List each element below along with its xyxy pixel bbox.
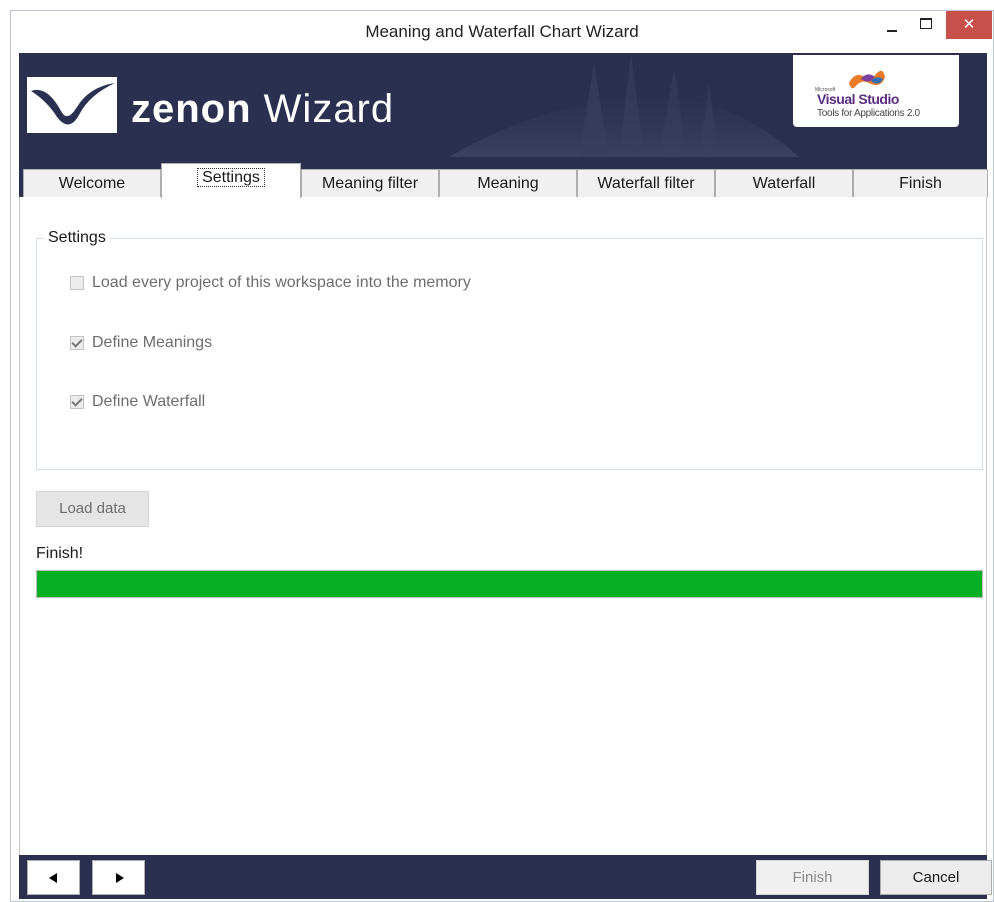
finish-button[interactable]: Finish: [756, 860, 869, 895]
option-label: Load every project of this workspace int…: [92, 274, 471, 291]
option-define-meanings[interactable]: Define Meanings: [70, 333, 212, 353]
tab-label: Settings: [197, 168, 265, 187]
groupbox-title: Settings: [44, 229, 110, 247]
option-label: Define Waterfall: [92, 393, 206, 410]
progress-bar: [36, 570, 983, 598]
minimize-button[interactable]: [879, 11, 905, 41]
cancel-button[interactable]: Cancel: [880, 860, 992, 895]
tab-label: Meaning filter: [321, 175, 419, 192]
load-projects-checkbox[interactable]: [70, 276, 84, 290]
brand-suffix: Wizard: [263, 87, 395, 131]
maximize-button[interactable]: [913, 11, 939, 41]
tab-label: Welcome: [58, 175, 126, 192]
next-button[interactable]: [92, 860, 145, 895]
tab-label: Meaning: [477, 175, 539, 192]
wizard-window: Meaning and Waterfall Chart Wizard ✕ zen…: [10, 10, 994, 902]
settings-page: Settings Load every project of this work…: [19, 197, 987, 855]
tab-waterfall[interactable]: Waterfall: [715, 169, 853, 197]
tab-label: Waterfall: [752, 175, 816, 192]
arrow-right-icon: [116, 873, 124, 883]
arrow-left-icon: [49, 873, 57, 883]
tab-meaning-filter[interactable]: Meaning filter: [301, 169, 439, 197]
load-data-button[interactable]: Load data: [36, 491, 149, 527]
wizard-tabs: Welcome Settings Meaning filter Meaning …: [19, 157, 988, 198]
vs-product-name: Visual Studio: [817, 91, 899, 107]
back-button[interactable]: [27, 860, 80, 895]
close-button[interactable]: ✕: [946, 11, 992, 39]
title-bar: Meaning and Waterfall Chart Wizard ✕: [11, 11, 993, 53]
brand-name: zenon: [131, 87, 252, 131]
tab-label: Waterfall filter: [597, 175, 695, 192]
status-label: Finish!: [36, 545, 84, 562]
visual-studio-badge: Microsoft Visual Studio Tools for Applic…: [793, 55, 959, 127]
brand-title: zenon Wizard: [131, 87, 394, 132]
option-define-waterfall[interactable]: Define Waterfall: [70, 392, 205, 412]
wizard-footer: Finish Cancel: [19, 855, 992, 899]
tab-welcome[interactable]: Welcome: [23, 169, 161, 197]
tab-finish[interactable]: Finish: [853, 169, 988, 197]
tab-settings[interactable]: Settings: [161, 163, 301, 198]
zenon-logo-icon: [27, 77, 117, 133]
tab-label: Finish: [899, 175, 942, 192]
visual-studio-logo-icon: [849, 70, 885, 89]
tab-meaning[interactable]: Meaning: [439, 169, 577, 197]
progress-bar-fill: [37, 571, 982, 597]
header-banner: zenon Wizard Microsoft Visual Studio Too…: [19, 53, 987, 157]
tab-waterfall-filter[interactable]: Waterfall filter: [577, 169, 715, 197]
window-title: Meaning and Waterfall Chart Wizard: [365, 22, 639, 41]
minimize-icon: [887, 30, 897, 32]
maximize-icon: [920, 18, 932, 29]
close-icon: ✕: [962, 15, 976, 33]
vs-product-subtitle: Tools for Applications 2.0: [817, 108, 920, 119]
define-waterfall-checkbox[interactable]: [70, 395, 84, 409]
settings-groupbox: Settings Load every project of this work…: [36, 229, 983, 470]
option-label: Define Meanings: [92, 334, 213, 351]
define-meanings-checkbox[interactable]: [70, 336, 84, 350]
option-load-projects[interactable]: Load every project of this workspace int…: [70, 273, 471, 293]
